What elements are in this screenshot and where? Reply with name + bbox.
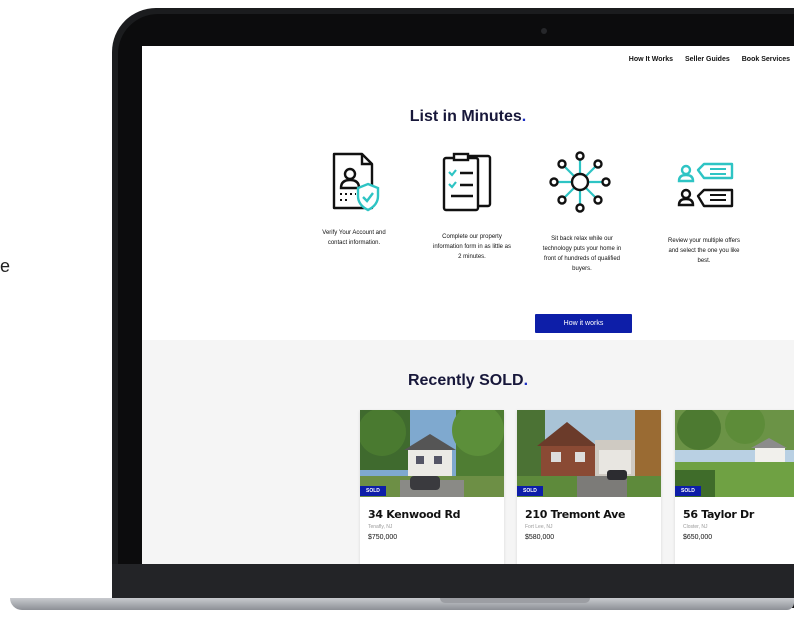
laptop-notch: [440, 598, 590, 603]
house-photo: [360, 410, 504, 497]
buyer-network-icon: [549, 151, 611, 213]
sold-badge: SOLD: [360, 486, 386, 496]
listing-city: Tenafly, NJ: [368, 524, 393, 530]
listing-city: Fort Lee, NJ: [525, 524, 553, 530]
sold-badge: SOLD: [517, 486, 543, 496]
listing-card[interactable]: SOLD 34 Kenwood Rd Tenafly, NJ $750,000: [360, 410, 504, 564]
top-nav: How It Works Seller Guides Book Services: [629, 56, 790, 63]
listing-address[interactable]: 210 Tremont Ave: [525, 508, 625, 521]
how-it-works-button[interactable]: How it works: [535, 314, 632, 333]
sold-badge: SOLD: [675, 486, 701, 496]
listing-card[interactable]: SOLD 56 Taylor Dr Closter, NJ $650,000: [675, 410, 794, 564]
step-verify-text: Verify Your Account and contact informat…: [322, 230, 386, 246]
listing-address[interactable]: 34 Kenwood Rd: [368, 508, 460, 521]
cropped-text: e: [0, 256, 11, 276]
verify-account-icon: [332, 152, 380, 212]
review-offers-icon: [677, 162, 734, 208]
hero-title: List in Minutes.: [409, 108, 527, 125]
camera-icon: [541, 28, 547, 34]
nav-how-it-works[interactable]: How It Works: [629, 56, 673, 63]
nav-book-services[interactable]: Book Services: [742, 56, 790, 63]
step-review-text: Review your multiple offers and select t…: [668, 238, 740, 264]
laptop-base: [10, 598, 794, 610]
property-form-icon: [442, 152, 492, 212]
nav-seller-guides[interactable]: Seller Guides: [685, 56, 730, 63]
listing-price: $750,000: [368, 534, 398, 541]
laptop-chin: [112, 564, 794, 600]
listing-address[interactable]: 56 Taylor Dr: [683, 508, 754, 521]
recently-sold-title: Recently SOLD.: [407, 372, 529, 389]
listing-card[interactable]: SOLD 210 Tremont Ave Fort Lee, NJ $580,0…: [517, 410, 661, 564]
house-photo: [675, 410, 794, 497]
listing-city: Closter, NJ: [683, 524, 708, 530]
website-screen: How It Works Seller Guides Book Services…: [142, 46, 794, 564]
listing-price: $650,000: [683, 534, 713, 541]
house-photo: [517, 410, 661, 497]
listing-price: $580,000: [525, 534, 555, 541]
step-network-text: Sit back relax while our technology puts…: [542, 236, 622, 272]
step-form-text: Complete our property information form i…: [432, 234, 512, 260]
